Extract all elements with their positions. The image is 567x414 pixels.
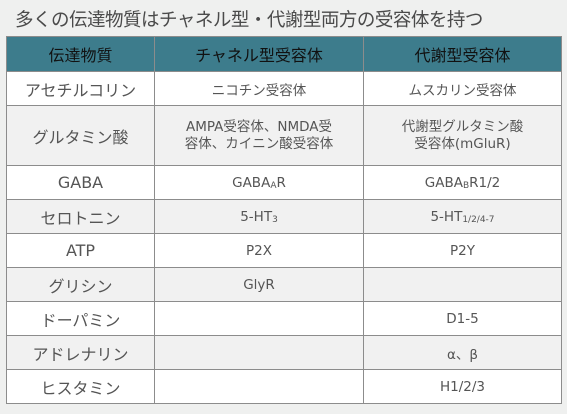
channel-value: P2X <box>246 242 272 259</box>
substance-cell: ATP <box>6 233 155 268</box>
table-row: アセチルコリン ニコチン受容体 ムスカリン受容体 <box>6 71 562 106</box>
table-row: アドレナリン α、β <box>6 335 562 370</box>
channel-cell: P2X <box>154 233 364 268</box>
table-header-row: 伝達物質 チャネル型受容体 代謝型受容体 <box>6 36 562 72</box>
channel-cell: GABAAR <box>154 165 364 200</box>
channel-value-line: AMPA受容体、NMDA受 <box>185 118 333 135</box>
metabotropic-value-tail: R1/2 <box>469 174 501 191</box>
metabotropic-value: GABA <box>424 174 463 191</box>
substance-cell: アセチルコリン <box>6 71 155 106</box>
table-row: グルタミン酸 AMPA受容体、NMDA受 容体、カイニン酸受容体 代謝型グルタミ… <box>6 105 562 166</box>
channel-value: GABA <box>232 174 271 191</box>
metabotropic-value: D1-5 <box>446 310 479 327</box>
header-substance: 伝達物質 <box>6 36 155 72</box>
metabotropic-value: 5-HT <box>430 208 463 225</box>
channel-value: ニコチン受容体 <box>211 82 307 99</box>
metabotropic-cell <box>363 267 562 302</box>
channel-value-line: 容体、カイニン酸受容体 <box>184 135 334 152</box>
slide: 多くの伝達物質はチャネル型・代謝型両方の受容体を持つ 伝達物質 チャネル型受容体… <box>0 0 567 414</box>
channel-cell <box>154 335 364 370</box>
table-row: グリシン GlyR <box>6 267 562 302</box>
metabotropic-cell: D1-5 <box>363 301 562 336</box>
channel-subscript: 3 <box>272 214 278 225</box>
metabotropic-cell: 5-HT1/2/4-7 <box>363 199 562 234</box>
channel-cell <box>154 369 364 404</box>
table-row: ATP P2X P2Y <box>6 233 562 268</box>
metabotropic-value-line: 代謝型グルタミン酸 <box>401 118 524 135</box>
header-channel-receptor: チャネル型受容体 <box>154 36 364 72</box>
channel-cell: AMPA受容体、NMDA受 容体、カイニン酸受容体 <box>154 105 364 166</box>
metabotropic-cell: 代謝型グルタミン酸 受容体(mGluR) <box>363 105 562 166</box>
substance-cell: GABA <box>6 165 155 200</box>
metabotropic-cell: ムスカリン受容体 <box>363 71 562 106</box>
channel-cell: GlyR <box>154 267 364 302</box>
metabotropic-value-line: 受容体(mGluR) <box>414 135 511 152</box>
channel-cell <box>154 301 364 336</box>
substance-cell: グリシン <box>6 267 155 302</box>
substance-cell: ドーパミン <box>6 301 155 336</box>
metabotropic-cell: GABABR1/2 <box>363 165 562 200</box>
channel-subscript: A <box>270 180 277 191</box>
channel-cell: 5-HT3 <box>154 199 364 234</box>
receptor-table: 伝達物質 チャネル型受容体 代謝型受容体 アセチルコリン ニコチン受容体 ムスカ… <box>6 36 562 404</box>
substance-cell: アドレナリン <box>6 335 155 370</box>
table-row: GABA GABAAR GABABR1/2 <box>6 165 562 200</box>
metabotropic-subscript: B <box>462 180 470 191</box>
metabotropic-value: H1/2/3 <box>439 378 485 395</box>
substance-cell: セロトニン <box>6 199 155 234</box>
metabotropic-value: α、β <box>446 346 478 363</box>
substance-cell: ヒスタミン <box>6 369 155 404</box>
slide-title: 多くの伝達物質はチャネル型・代謝型両方の受容体を持つ <box>15 10 483 31</box>
channel-value: GlyR <box>243 276 275 293</box>
metabotropic-cell: P2Y <box>363 233 562 268</box>
metabotropic-subscript: 1/2/4-7 <box>462 214 495 225</box>
metabotropic-cell: α、β <box>363 335 562 370</box>
table-row: ドーパミン D1-5 <box>6 301 562 336</box>
substance-cell: グルタミン酸 <box>6 105 155 166</box>
metabotropic-cell: H1/2/3 <box>363 369 562 404</box>
table-row: ヒスタミン H1/2/3 <box>6 369 562 404</box>
metabotropic-value: P2Y <box>450 242 475 259</box>
channel-value-tail: R <box>276 174 286 191</box>
table-row: セロトニン 5-HT3 5-HT1/2/4-7 <box>6 199 562 234</box>
header-metabotropic-receptor: 代謝型受容体 <box>363 36 562 72</box>
channel-cell: ニコチン受容体 <box>154 71 364 106</box>
metabotropic-value: ムスカリン受容体 <box>408 82 517 99</box>
channel-value: 5-HT <box>240 208 273 225</box>
